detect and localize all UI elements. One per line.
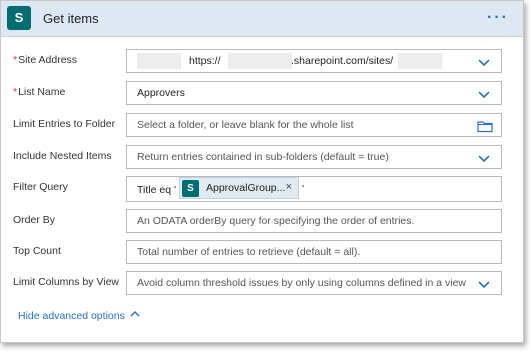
list-name-label: *List Name xyxy=(13,86,66,98)
row-limit-folder: Limit Entries to Folder Select a folder,… xyxy=(1,113,523,137)
order-by-input[interactable]: An ODATA orderBy query for specifying th… xyxy=(126,209,502,233)
limit-columns-dropdown[interactable]: Avoid column threshold issues by only us… xyxy=(126,271,502,295)
list-name-value: Approvers xyxy=(137,87,185,99)
dynamic-content-token[interactable]: S ApprovalGroup... × xyxy=(179,177,299,199)
filter-query-suffix: ' xyxy=(302,183,305,195)
chevron-down-icon[interactable] xyxy=(477,277,491,291)
sharepoint-icon: S xyxy=(182,180,199,197)
chevron-down-icon[interactable] xyxy=(477,55,491,69)
required-marker: * xyxy=(13,86,18,98)
limit-columns-label: Limit Columns by View xyxy=(13,276,120,288)
order-by-placeholder: An ODATA orderBy query for specifying th… xyxy=(137,215,415,227)
redacted-block xyxy=(398,53,442,69)
top-count-placeholder: Total number of entries to retrieve (def… xyxy=(137,246,361,258)
limit-folder-input[interactable]: Select a folder, or leave blank for the … xyxy=(126,113,502,137)
list-name-dropdown[interactable]: Approvers xyxy=(126,81,502,105)
action-card: S Get items ··· *Site Address https:// .… xyxy=(0,0,524,343)
nested-items-placeholder: Return entries contained in sub-folders … xyxy=(137,151,389,163)
chevron-up-icon[interactable] xyxy=(129,308,141,320)
required-marker: * xyxy=(13,54,18,66)
limit-folder-placeholder: Select a folder, or leave blank for the … xyxy=(137,119,354,131)
row-filter-query: Filter Query Title eq ' S ApprovalGroup.… xyxy=(1,176,523,202)
site-address-label: *Site Address xyxy=(13,54,78,66)
folder-icon[interactable] xyxy=(477,119,493,133)
chevron-down-icon[interactable] xyxy=(477,87,491,101)
row-limit-columns: Limit Columns by View Avoid column thres… xyxy=(1,271,523,295)
row-list-name: *List Name Approvers xyxy=(1,81,523,105)
row-top-count: Top Count Total number of entries to ret… xyxy=(1,240,523,264)
action-header[interactable]: S Get items ··· xyxy=(1,1,523,37)
site-address-prefix: https:// xyxy=(189,55,221,67)
hide-advanced-options-link[interactable]: Hide advanced options xyxy=(18,310,125,322)
token-label: ApprovalGroup... xyxy=(206,182,286,194)
site-address-domain: .sharepoint.com/sites/ xyxy=(291,55,394,67)
more-options-icon[interactable]: ··· xyxy=(487,9,509,27)
filter-query-input[interactable]: Title eq ' S ApprovalGroup... × ' xyxy=(126,176,502,202)
order-by-label: Order By xyxy=(13,214,56,226)
nested-items-label: Include Nested Items xyxy=(13,150,112,162)
close-icon[interactable]: × xyxy=(286,181,292,193)
row-order-by: Order By An ODATA orderBy query for spec… xyxy=(1,209,523,233)
top-count-label: Top Count xyxy=(13,245,61,257)
chevron-down-icon[interactable] xyxy=(477,151,491,165)
filter-query-prefix: Title eq ' xyxy=(137,184,176,196)
row-nested-items: Include Nested Items Return entries cont… xyxy=(1,145,523,169)
action-title: Get items xyxy=(43,11,99,26)
redacted-block xyxy=(228,53,292,69)
row-site-address: *Site Address https:// .sharepoint.com/s… xyxy=(1,49,523,73)
sharepoint-icon: S xyxy=(7,6,31,30)
filter-query-label: Filter Query xyxy=(13,181,68,193)
redacted-block xyxy=(137,53,181,69)
limit-folder-label: Limit Entries to Folder xyxy=(13,118,116,130)
top-count-input[interactable]: Total number of entries to retrieve (def… xyxy=(126,240,502,264)
site-address-dropdown[interactable]: https:// .sharepoint.com/sites/ xyxy=(126,49,502,73)
nested-items-dropdown[interactable]: Return entries contained in sub-folders … xyxy=(126,145,502,169)
limit-columns-placeholder: Avoid column threshold issues by only us… xyxy=(137,277,466,289)
